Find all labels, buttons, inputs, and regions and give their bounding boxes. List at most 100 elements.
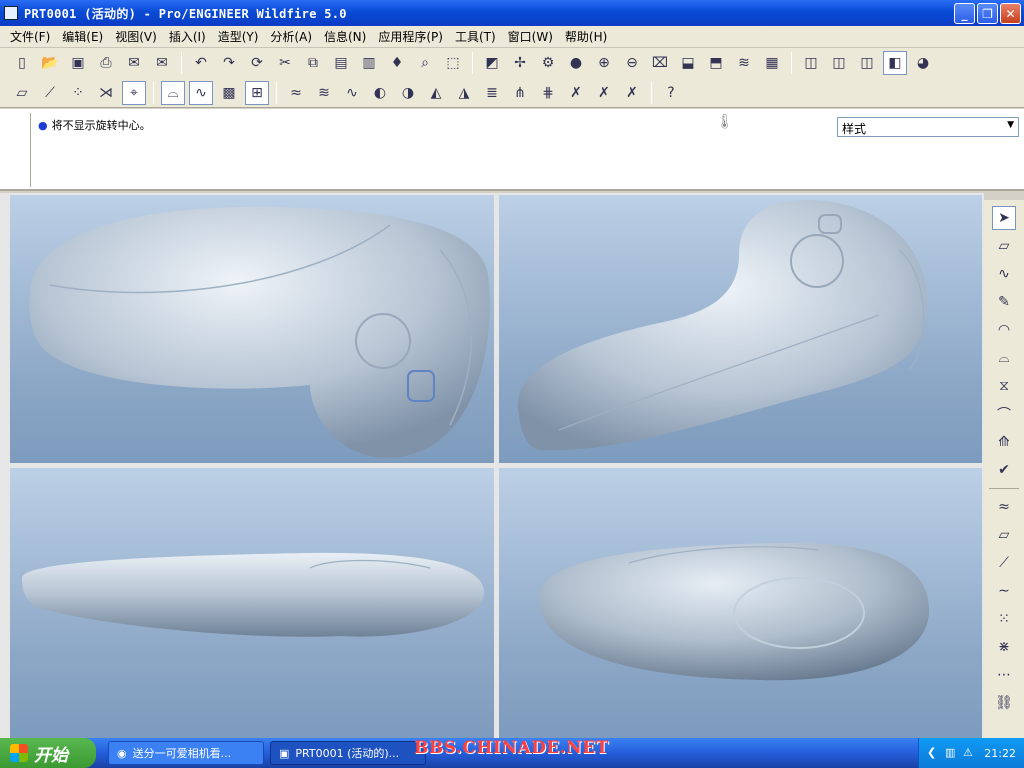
spin-center-icon[interactable]: ✢ — [508, 51, 532, 75]
new-file-icon[interactable]: ▯ — [10, 51, 34, 75]
menu-view[interactable]: 视图(V) — [109, 28, 163, 45]
annotation-icon[interactable]: ⌖ — [122, 80, 146, 105]
paste-special-icon[interactable]: ▥ — [357, 51, 381, 75]
watermark: BBS.CHINADE.NET — [414, 738, 609, 758]
curve-b-icon[interactable]: ≋ — [312, 81, 336, 105]
wireframe-icon[interactable]: ◫ — [799, 51, 823, 75]
taskbar-item-browser[interactable]: ◉ 送分一可爱相机看... — [108, 741, 264, 765]
security-icon[interactable]: ⚠ — [963, 746, 977, 760]
menu-style[interactable]: 造型(Y) — [212, 28, 265, 45]
datum-plane-icon[interactable]: ▱ — [10, 81, 34, 105]
menu-edit[interactable]: 编辑(E) — [56, 28, 109, 45]
analysis-color-icon[interactable]: ◐ — [368, 81, 392, 105]
trim-icon[interactable]: ⌒ — [992, 402, 1016, 426]
email-icon[interactable]: ✉ — [122, 51, 146, 75]
hidden-line-icon[interactable]: ◫ — [827, 51, 851, 75]
analysis-draft-icon[interactable]: ◭ — [424, 81, 448, 105]
cut-icon[interactable]: ✂ — [273, 51, 297, 75]
sketch-grid-icon[interactable]: ⊞ — [245, 80, 269, 105]
help-question-icon[interactable]: ? — [659, 81, 683, 105]
sketch-curve-icon[interactable]: ≈ — [992, 495, 1016, 519]
style-dropdown[interactable]: 样式 ▼ — [837, 117, 1019, 137]
select-box-icon[interactable]: ⬚ — [441, 51, 465, 75]
offset-icon[interactable]: ⟰ — [992, 430, 1016, 454]
zoom-in-icon[interactable]: ⊕ — [592, 51, 616, 75]
surface-a-icon[interactable]: ⌓ — [161, 80, 185, 105]
no-hidden-icon[interactable]: ◫ — [855, 51, 879, 75]
menu-insert[interactable]: 插入(I) — [163, 28, 212, 45]
menu-file[interactable]: 文件(F) — [4, 28, 56, 45]
coordinate-icon[interactable]: ⋊ — [94, 81, 118, 105]
copy-icon[interactable]: ⧉ — [301, 51, 325, 75]
layers-icon[interactable]: ≋ — [732, 51, 756, 75]
viewport-top-left[interactable] — [10, 195, 494, 463]
start-button[interactable]: 开始 — [0, 738, 96, 768]
shading-icon[interactable]: ◧ — [883, 51, 907, 75]
close-button[interactable]: ✕ — [1000, 3, 1021, 24]
fit-icon[interactable]: ⌧ — [648, 51, 672, 75]
analysis-shade-icon[interactable]: ◑ — [396, 81, 420, 105]
minimize-button[interactable]: _ — [954, 3, 975, 24]
menu-applications[interactable]: 应用程序(P) — [372, 28, 449, 45]
repaint-icon[interactable]: ◩ — [480, 51, 504, 75]
saved-views-icon[interactable]: ⬒ — [704, 51, 728, 75]
curve-icon[interactable]: ∿ — [992, 262, 1016, 286]
analysis-offset-icon[interactable]: ⋔ — [508, 81, 532, 105]
search-binoculars-icon[interactable]: ⌕ — [413, 51, 437, 75]
select-arrow-icon[interactable]: ➤ — [992, 206, 1016, 230]
viewport-top-right[interactable] — [499, 195, 982, 463]
analysis-delete-a-icon[interactable]: ✗ — [564, 81, 588, 105]
save-icon[interactable]: ▣ — [66, 51, 90, 75]
regenerate-icon[interactable]: ⟳ — [245, 51, 269, 75]
connect-icon[interactable]: ⧖ — [992, 374, 1016, 398]
grid-icon[interactable]: ▩ — [217, 81, 241, 105]
curve-c-icon[interactable]: ∿ — [340, 81, 364, 105]
spline-icon[interactable]: ∼ — [992, 579, 1016, 603]
menu-analysis[interactable]: 分析(A) — [264, 28, 318, 45]
viewport-bottom-right[interactable] — [499, 468, 982, 738]
curve-edit-icon[interactable]: ✎ — [992, 290, 1016, 314]
analysis-delete-b-icon[interactable]: ✗ — [592, 81, 616, 105]
parallelogram-icon[interactable]: ▱ — [992, 523, 1016, 547]
paste-icon[interactable]: ▤ — [329, 51, 353, 75]
graphics-area — [0, 193, 984, 738]
view-icon[interactable]: ⬓ — [676, 51, 700, 75]
analysis-reflect-icon[interactable]: ◮ — [452, 81, 476, 105]
surface-icon[interactable]: ◠ — [992, 318, 1016, 342]
model-tree-icon[interactable]: ▦ — [760, 51, 784, 75]
undo-icon[interactable]: ↶ — [189, 51, 213, 75]
tray-expand-icon[interactable]: ❮ — [927, 746, 941, 760]
viewport-bottom-left[interactable] — [10, 468, 494, 738]
network-icon[interactable]: ▥ — [945, 746, 959, 760]
maximize-button[interactable]: ❐ — [977, 3, 998, 24]
datum-axis-icon[interactable]: ⟋ — [38, 81, 62, 105]
analysis-delete-c-icon[interactable]: ✗ — [620, 81, 644, 105]
menu-help[interactable]: 帮助(H) — [559, 28, 613, 45]
zoom-out-icon[interactable]: ⊖ — [620, 51, 644, 75]
menu-info[interactable]: 信息(N) — [318, 28, 372, 45]
surface-edit-icon[interactable]: ⌓ — [992, 346, 1016, 370]
datum-point-icon[interactable]: ⁘ — [66, 81, 90, 105]
analysis-section-icon[interactable]: ≣ — [480, 81, 504, 105]
points-icon[interactable]: ⁙ — [992, 607, 1016, 631]
open-icon[interactable]: 📂 — [38, 51, 62, 75]
email2-icon[interactable]: ✉ — [150, 51, 174, 75]
taskbar-item-proe[interactable]: ▣ PRT0001 (活动的)... — [270, 741, 426, 765]
surface-b-icon[interactable]: ∿ — [189, 80, 213, 105]
points-axis-icon[interactable]: ⋇ — [992, 635, 1016, 659]
shade-icon[interactable]: ● — [564, 51, 588, 75]
analysis-dihedral-icon[interactable]: ⋕ — [536, 81, 560, 105]
menu-window[interactable]: 窗口(W) — [502, 28, 559, 45]
curve-a-icon[interactable]: ≈ — [284, 81, 308, 105]
done-check-icon[interactable]: ✔ — [992, 458, 1016, 482]
redo-icon[interactable]: ↷ — [217, 51, 241, 75]
display-icon[interactable]: ◕ — [911, 51, 935, 75]
menu-tools[interactable]: 工具(T) — [449, 28, 502, 45]
style-icon[interactable]: ♦ — [385, 51, 409, 75]
plane-icon[interactable]: ▱ — [992, 234, 1016, 258]
link-icon[interactable]: ⛓ — [992, 691, 1016, 715]
orient-icon[interactable]: ⚙ — [536, 51, 560, 75]
grid-dots-icon[interactable]: ⋯ — [992, 663, 1016, 687]
print-icon[interactable]: ⎙ — [94, 51, 118, 75]
line-icon[interactable]: ⟋ — [992, 551, 1016, 575]
